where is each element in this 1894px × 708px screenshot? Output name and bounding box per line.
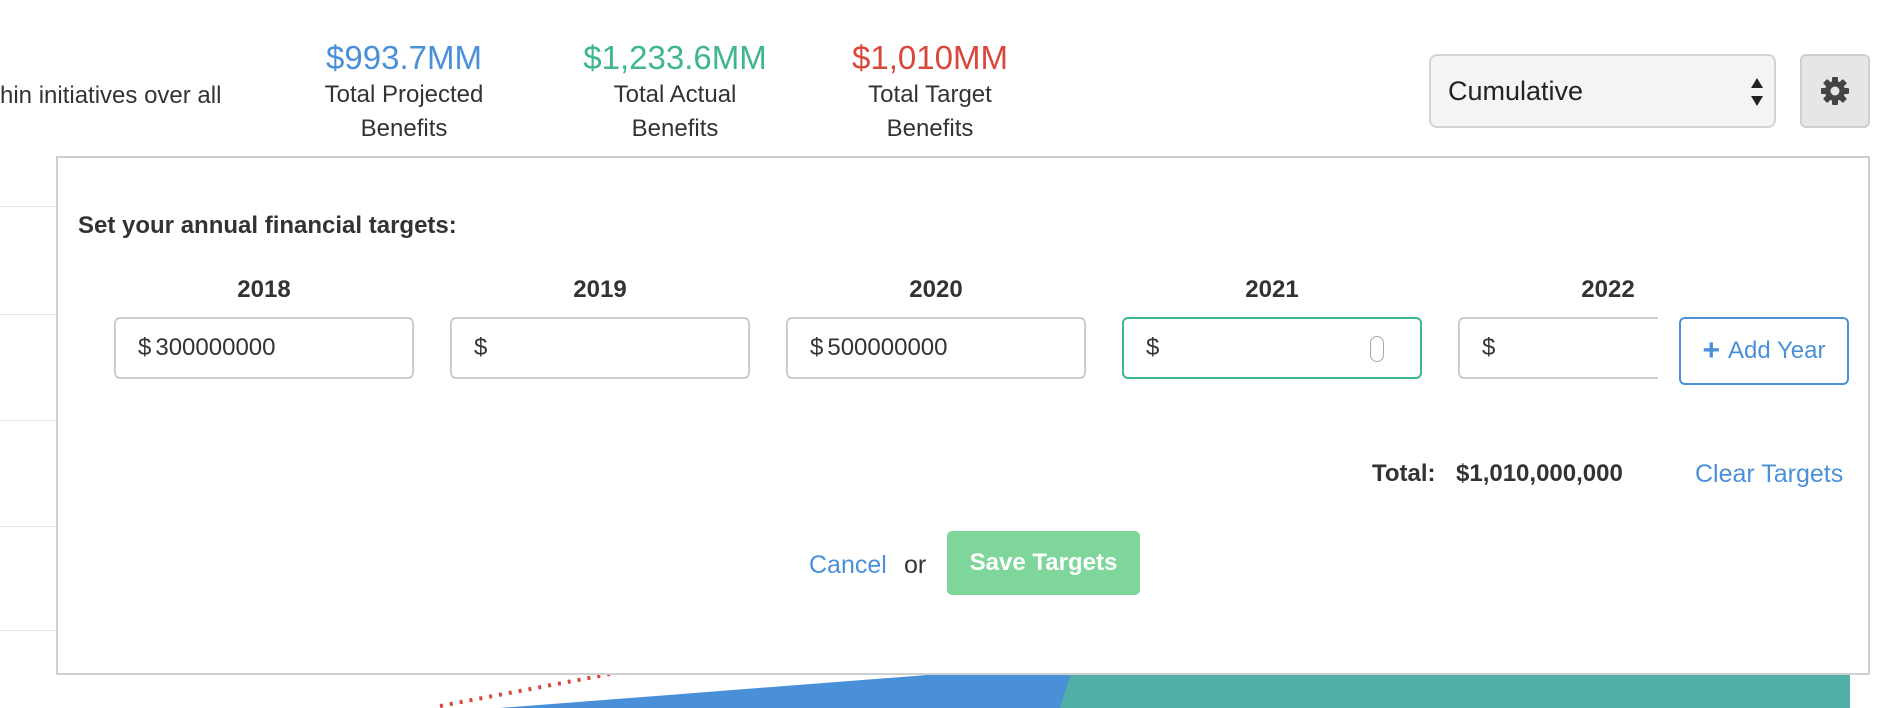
view-mode-selected: Cumulative — [1448, 75, 1584, 106]
target-value: 300000000 — [155, 334, 276, 361]
target-value: 500000000 — [827, 334, 948, 361]
total-label: Total: — [1372, 460, 1436, 487]
plus-icon: + — [1702, 334, 1721, 367]
stat-label: Total Projected — [324, 81, 484, 108]
currency-symbol: $ — [810, 334, 824, 361]
save-targets-button[interactable]: Save Targets — [947, 531, 1140, 595]
background-row-divider — [0, 206, 56, 207]
year-label-2020: 2020 — [909, 276, 963, 303]
cancel-link[interactable]: Cancel — [809, 551, 887, 580]
stat-value: $1,010MM — [852, 39, 1008, 76]
stat-label: Total Target — [868, 81, 992, 108]
currency-symbol: $ — [138, 334, 152, 361]
year-label-2021: 2021 — [1245, 276, 1299, 303]
number-spinner-icon[interactable] — [1370, 336, 1384, 362]
stat-label: Benefits — [360, 115, 448, 142]
stat-actual-benefits: $1,233.6MM Total Actual Benefits — [573, 38, 777, 146]
year-label-2019: 2019 — [573, 276, 627, 303]
chart-target-line — [439, 672, 611, 708]
background-row-divider — [0, 630, 56, 631]
view-mode-select[interactable]: Cumulative — [1429, 54, 1776, 128]
background-row-divider — [0, 526, 56, 527]
year-label-2018: 2018 — [237, 276, 291, 303]
add-year-label: Add Year — [1728, 337, 1826, 364]
currency-symbol: $ — [1146, 334, 1160, 361]
stat-value: $993.7MM — [326, 39, 482, 76]
stat-target-benefits: $1,010MM Total Target Benefits — [843, 38, 1017, 146]
or-separator: or — [904, 551, 927, 579]
select-arrows-icon — [1751, 78, 1763, 106]
stat-value: $1,233.6MM — [583, 39, 767, 76]
clear-targets-link[interactable]: Clear Targets — [1695, 460, 1843, 489]
target-input-2020[interactable]: $ 500000000 — [786, 317, 1086, 379]
target-input-2019[interactable]: $ — [450, 317, 750, 379]
targets-panel: Set your annual financial targets: 2018 … — [56, 156, 1870, 675]
total-value: $1,010,000,000 — [1456, 460, 1623, 487]
target-input-2021[interactable]: $ — [1122, 317, 1422, 379]
add-year-button[interactable]: + Add Year — [1679, 317, 1849, 385]
target-input-2022[interactable]: $ — [1458, 317, 1658, 379]
target-input-2018[interactable]: $ 300000000 — [114, 317, 414, 379]
background-row-divider — [0, 420, 56, 421]
stat-projected-benefits: $993.7MM Total Projected Benefits — [314, 38, 494, 146]
settings-button[interactable] — [1800, 54, 1870, 128]
stat-label: Benefits — [886, 115, 974, 142]
stat-label: Benefits — [631, 115, 719, 142]
stat-label: Total Actual — [613, 81, 737, 108]
currency-symbol: $ — [1482, 334, 1496, 361]
gear-icon — [1821, 77, 1849, 105]
currency-symbol: $ — [474, 334, 488, 361]
intro-text: hin initiatives over all — [0, 82, 222, 109]
panel-title: Set your annual financial targets: — [78, 212, 457, 239]
background-row-divider — [0, 314, 56, 315]
year-label-2022: 2022 — [1581, 276, 1635, 303]
